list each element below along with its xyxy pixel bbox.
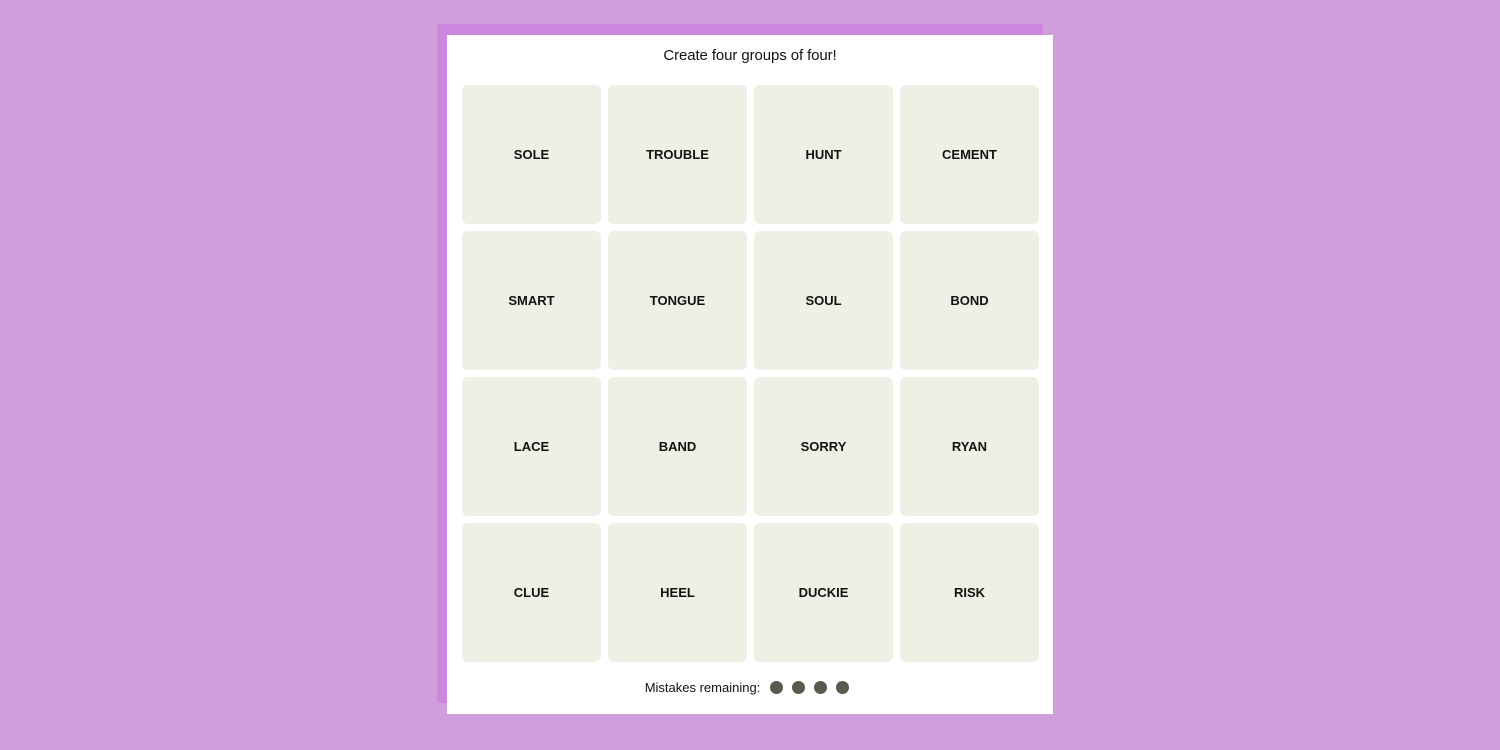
word-tile[interactable]: LACE [462,377,601,516]
word-tile[interactable]: DUCKIE [754,523,893,662]
mistake-dot [770,681,784,694]
mistake-dot [792,681,806,694]
word-tile[interactable]: RYAN [900,377,1039,516]
word-tile[interactable]: BAND [608,377,747,516]
word-tile[interactable]: CEMENT [900,85,1039,224]
word-tile[interactable]: HEEL [608,523,747,662]
word-tile[interactable]: TROUBLE [608,85,747,224]
instruction-text: Create four groups of four! [663,47,837,64]
mistake-dot [814,681,828,694]
word-tile[interactable]: SMART [462,231,601,370]
word-tile[interactable]: HUNT [754,85,893,224]
word-tile[interactable]: CLUE [462,523,601,662]
mistake-dot [836,681,850,694]
word-tile[interactable]: SOLE [462,85,601,224]
mistakes-remaining: Mistakes remaining: [444,680,1050,695]
word-tile[interactable]: SORRY [754,377,893,516]
word-tile[interactable]: RISK [900,523,1039,662]
page: Create four groups of four! SOLE TROUBLE… [0,0,1500,750]
word-tile[interactable]: SOUL [754,231,893,370]
game-card: Create four groups of four! SOLE TROUBLE… [447,35,1053,714]
mistakes-label: Mistakes remaining: [644,680,761,695]
word-tile[interactable]: TONGUE [608,231,747,370]
word-grid: SOLE TROUBLE HUNT CEMENT SMART TONGUE SO… [462,85,1039,662]
word-tile[interactable]: BOND [900,231,1039,370]
mistakes-dots [770,681,850,694]
